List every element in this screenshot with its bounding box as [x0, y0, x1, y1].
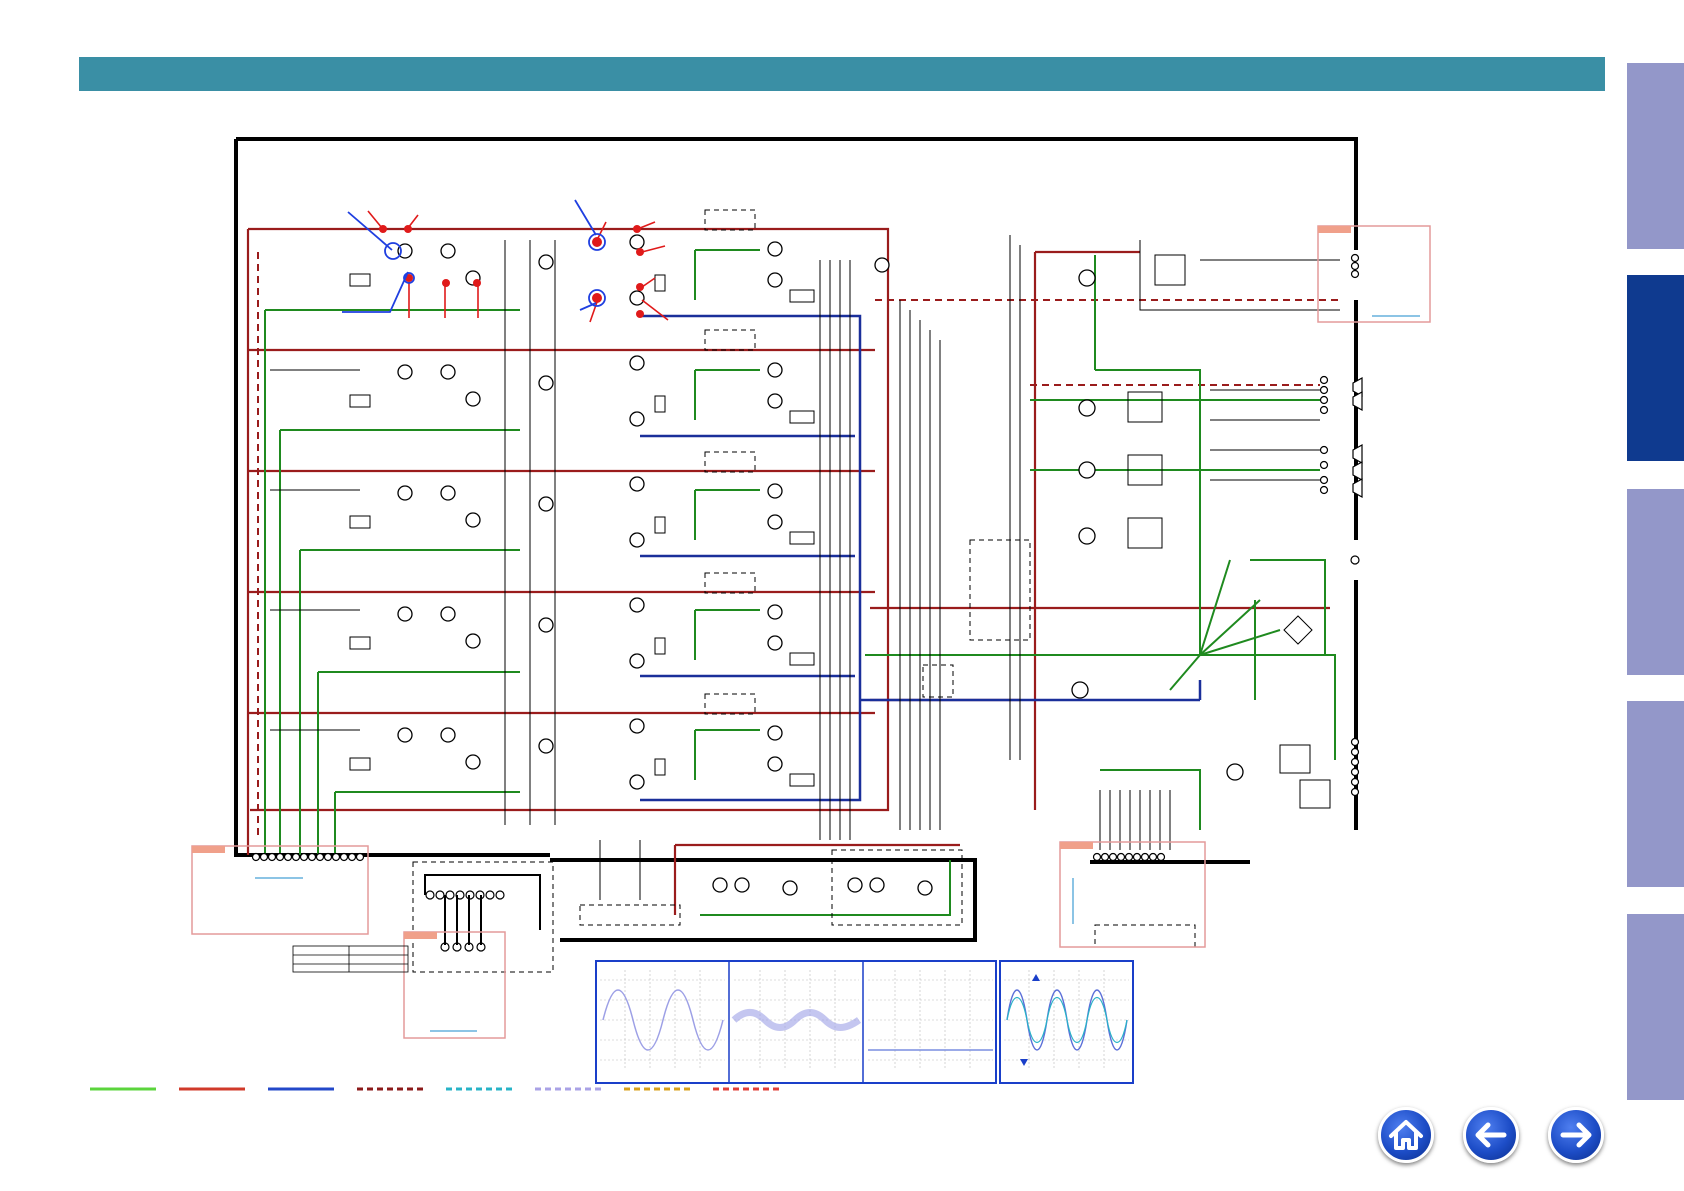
arrow-right-icon	[1560, 1122, 1592, 1148]
callout-links	[255, 315, 1420, 1032]
red-annotations	[367, 210, 669, 323]
home-button[interactable]	[1378, 1107, 1434, 1163]
oscilloscope-group-1	[595, 960, 997, 1084]
connectors	[251, 253, 1360, 952]
house-icon	[1389, 1120, 1423, 1150]
blue-annotations	[342, 199, 606, 313]
callout-boxes	[191, 225, 1431, 1039]
arrow-left-icon	[1475, 1122, 1507, 1148]
callout-tabs	[192, 226, 1351, 939]
back-button[interactable]	[1463, 1107, 1519, 1163]
red-rails	[246, 227, 1330, 915]
small-table	[292, 945, 409, 973]
wire-color-legend	[90, 1084, 790, 1094]
oscilloscope-panel-2	[999, 960, 1134, 1084]
next-button[interactable]	[1548, 1107, 1604, 1163]
red-dashed	[257, 252, 1340, 840]
